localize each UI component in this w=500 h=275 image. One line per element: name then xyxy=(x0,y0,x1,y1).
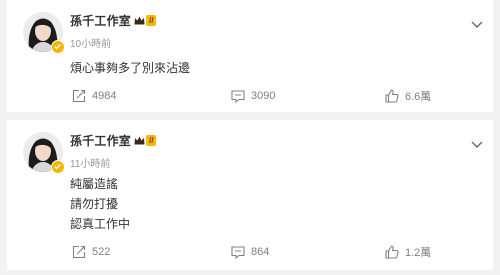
repost-count: 4984 xyxy=(92,90,117,102)
post-actions: 4984 3090 6.6萬 xyxy=(7,86,493,106)
post-text-line: 煩心事夠多了別來沾邊 xyxy=(70,61,191,75)
verified-icon xyxy=(51,40,65,54)
crown-icon xyxy=(134,136,145,145)
like-count: 1.2萬 xyxy=(405,247,432,259)
level-badge: II xyxy=(146,134,157,146)
repost-count: 522 xyxy=(92,246,111,258)
post-time[interactable]: 10小時前 xyxy=(70,35,111,50)
post-card: 孫千工作室 II 10小時前 煩心事夠多了別來沾邊 4984 3090 6.6萬 xyxy=(7,0,493,112)
comment-icon xyxy=(231,245,245,259)
like-icon xyxy=(385,245,399,259)
comment-icon xyxy=(231,89,245,103)
like-button[interactable]: 6.6萬 xyxy=(385,88,431,104)
comment-count: 864 xyxy=(251,246,270,258)
crown-icon xyxy=(134,16,145,25)
comment-button[interactable]: 3090 xyxy=(231,89,276,103)
like-count: 6.6萬 xyxy=(405,91,432,103)
repost-button[interactable]: 522 xyxy=(72,245,110,259)
verified-icon xyxy=(51,160,65,174)
like-icon xyxy=(385,89,399,103)
comment-count: 3090 xyxy=(251,90,276,102)
like-button[interactable]: 1.2萬 xyxy=(385,244,431,260)
weibo-feed: 孫千工作室 II 10小時前 煩心事夠多了別來沾邊 4984 3090 6.6萬… xyxy=(0,0,500,275)
repost-icon xyxy=(72,89,86,103)
chevron-down-icon[interactable] xyxy=(471,16,483,34)
post-text-line: 純屬造謠 xyxy=(70,177,119,191)
post-text: 煩心事夠多了別來沾邊 xyxy=(70,58,190,78)
comment-button[interactable]: 864 xyxy=(231,245,270,259)
post-text-line: 認真工作中 xyxy=(70,217,131,231)
level-badge: II xyxy=(146,14,157,26)
author-name[interactable]: 孫千工作室 xyxy=(70,132,131,149)
author-name[interactable]: 孫千工作室 xyxy=(70,12,131,29)
post-card: 孫千工作室 II 11小時前 純屬造謠 請勿打擾 認真工作中 522 864 1… xyxy=(7,120,493,270)
post-text: 純屬造謠 請勿打擾 認真工作中 xyxy=(70,174,130,234)
post-time[interactable]: 11小時前 xyxy=(70,155,110,170)
repost-button[interactable]: 4984 xyxy=(72,89,116,103)
chevron-down-icon[interactable] xyxy=(471,136,483,154)
repost-icon xyxy=(72,245,86,259)
post-actions: 522 864 1.2萬 xyxy=(7,242,493,262)
post-text-line: 請勿打擾 xyxy=(70,197,119,211)
